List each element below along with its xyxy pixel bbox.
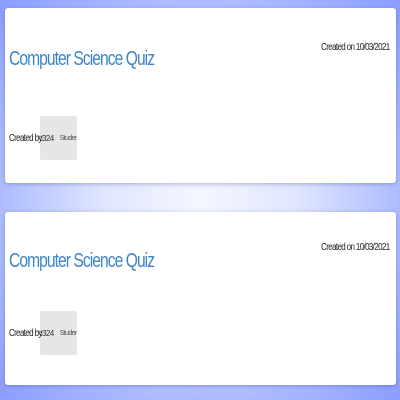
created-date: Created on 10/03/2021 <box>321 242 391 253</box>
creator-role: Student <box>59 329 77 337</box>
created-by-label: Created by <box>9 327 42 339</box>
quiz-card[interactable]: Computer Science Quiz Created on 10/03/2… <box>5 212 396 385</box>
creator-username: lc324 <box>40 133 54 143</box>
created-by-label: Created by <box>9 132 42 144</box>
creator-chip[interactable]: lc324 Student <box>40 116 77 160</box>
creator-username: lc324 <box>40 328 54 338</box>
quiz-title[interactable]: Computer Science Quiz <box>9 250 155 273</box>
creator-row: Created by lc324 Student <box>9 311 77 355</box>
creator-row: Created by lc324 Student <box>9 116 77 160</box>
quiz-title[interactable]: Computer Science Quiz <box>9 48 155 71</box>
creator-chip[interactable]: lc324 Student <box>40 311 77 355</box>
created-date: Created on 10/03/2021 <box>321 42 391 53</box>
creator-role: Student <box>59 134 77 142</box>
quiz-card[interactable]: Computer Science Quiz Created on 10/03/2… <box>5 8 396 183</box>
